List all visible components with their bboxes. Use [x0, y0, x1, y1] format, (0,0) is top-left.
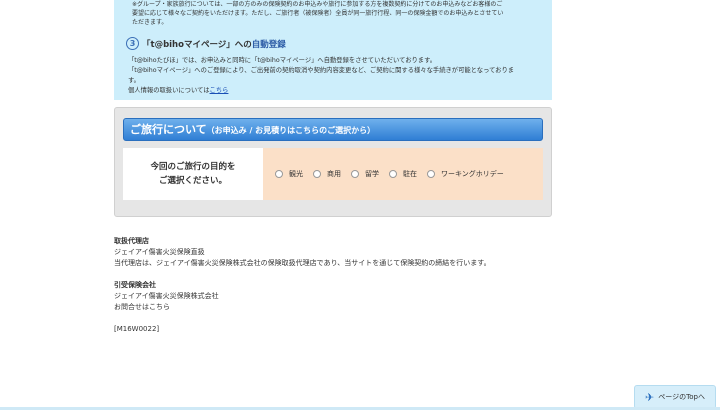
privacy-notice: 個人情報の取扱いについてはこちら	[126, 86, 540, 96]
purpose-options: 観光 商用 留学 駐在 ワーキングホリデー	[263, 148, 543, 200]
purpose-option-label: 商用	[327, 170, 341, 178]
insurer-heading: 引受保険会社	[114, 281, 156, 289]
purpose-option-study[interactable]: 留学	[351, 169, 379, 179]
insurer-name: ジェイアイ傷害火災保険株式会社	[114, 292, 219, 300]
purpose-option-label: ワーキングホリデー	[441, 170, 504, 178]
group-travel-note: ※グループ・家族旅行については、一部の方のみの保険契約のお申込みや旅行に参加する…	[126, 0, 540, 27]
purpose-label-line: ご選択ください。	[158, 176, 227, 186]
page-top-button[interactable]: ✈ ページのTopへ	[634, 385, 716, 409]
agency-heading: 取扱代理店	[114, 237, 149, 245]
purpose-option-working-holiday[interactable]: ワーキングホリデー	[427, 169, 504, 179]
footer-info: 取扱代理店 ジェイアイ傷害火災保険直扱 当代理店は、ジェイアイ傷害火災保険株式会…	[114, 236, 491, 335]
travel-header-subtitle: （お申込み / お見積りはこちらのご選択から）	[206, 126, 376, 135]
purpose-label-line: 今回のご旅行の目的を	[150, 162, 236, 172]
radio-button[interactable]	[389, 170, 397, 178]
contact-link[interactable]: お問合せはこちら	[114, 302, 491, 313]
purpose-option-label: 留学	[365, 170, 379, 178]
purpose-option-label: 観光	[289, 170, 303, 178]
step3-title: 「t@bihoマイページ」への	[142, 39, 252, 50]
purpose-option-sightseeing[interactable]: 観光	[275, 169, 303, 179]
note-line: ただきます。	[132, 19, 168, 26]
purpose-option-business[interactable]: 商用	[313, 169, 341, 179]
step3-line: 「t@bihoマイページ」へのご登録により、ご出発前の契約取消や契約内容変更など…	[128, 67, 515, 74]
airplane-icon: ✈	[645, 390, 655, 404]
travel-panel: ご旅行について（お申込み / お見積りはこちらのご選択から） 今回のご旅行の目的…	[114, 107, 552, 217]
travel-header-title: ご旅行について	[130, 123, 207, 136]
travel-purpose-row: 今回のご旅行の目的を ご選択ください。 観光 商用 留学 駐在 ワーキングホリデ…	[123, 148, 543, 200]
note-line: ※グループ・家族旅行については、一部の方のみの保険契約のお申込みや旅行に参加する…	[132, 1, 503, 8]
notice-box: ※グループ・家族旅行については、一部の方のみの保険契約のお申込みや旅行に参加する…	[114, 0, 552, 100]
step3-title-accent: 自動登録	[251, 39, 286, 50]
step-number-icon: 3	[126, 37, 139, 50]
purpose-option-label: 駐在	[403, 170, 417, 178]
radio-button[interactable]	[427, 170, 435, 178]
travel-section-header: ご旅行について（お申込み / お見積りはこちらのご選択から）	[123, 118, 543, 141]
agency-description: 当代理店は、ジェイアイ傷害火災保険株式会社の保険取扱代理店であり、当サイトを通じ…	[114, 259, 491, 267]
step3-line: す。	[128, 77, 140, 84]
radio-button[interactable]	[351, 170, 359, 178]
page-top-label: ページのTopへ	[658, 393, 705, 401]
radio-button[interactable]	[313, 170, 321, 178]
step3-heading: 3 「t@bihoマイページ」への 自動登録	[126, 37, 540, 50]
note-line: 要望に応じて様々なご契約をいただけます。ただし、ご旅行者（被保険者）全員が同一旅…	[132, 10, 504, 17]
step3-description: 「t@bihoたびほ」では、お申込みと同時に「t@bihoマイページ」へ自動登録…	[126, 56, 540, 86]
step3-line: 「t@bihoたびほ」では、お申込みと同時に「t@bihoマイページ」へ自動登録…	[128, 57, 437, 64]
privacy-link[interactable]: こちら	[210, 87, 229, 94]
privacy-text: 個人情報の取扱いについては	[128, 87, 210, 94]
radio-button[interactable]	[275, 170, 283, 178]
purpose-label: 今回のご旅行の目的を ご選択ください。	[123, 148, 263, 200]
document-code: [M16W0022]	[114, 325, 160, 333]
agency-name: ジェイアイ傷害火災保険直扱	[114, 248, 205, 256]
purpose-option-residence[interactable]: 駐在	[389, 169, 417, 179]
